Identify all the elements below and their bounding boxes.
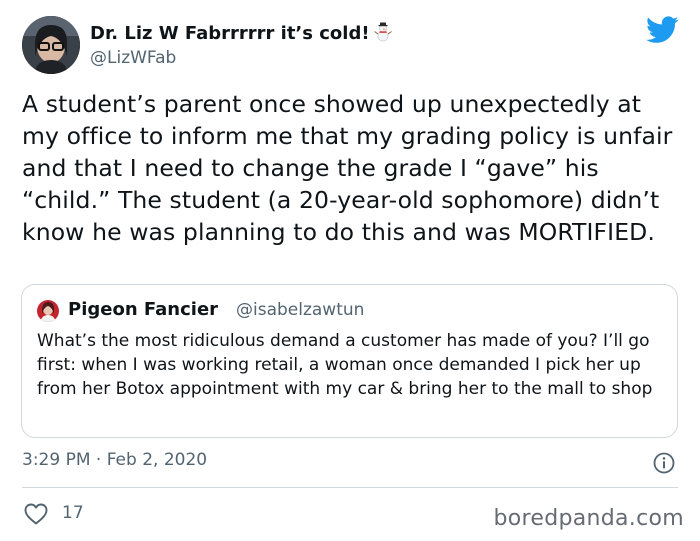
watermark: boredpanda.com xyxy=(493,506,684,531)
author-display-name-text: Dr. Liz W Fabrrrrrr it’s cold! xyxy=(90,23,370,44)
tweet-card: Dr. Liz W Fabrrrrrr it’s cold! @LizWFab … xyxy=(0,0,700,541)
quoted-tweet-text: What’s the most ridiculous demand a cust… xyxy=(37,331,653,399)
author-display-name[interactable]: Dr. Liz W Fabrrrrrr it’s cold! xyxy=(90,22,392,47)
quoted-author-handle[interactable]: @isabelzawtun xyxy=(236,300,364,320)
divider xyxy=(22,487,678,488)
like-count: 17 xyxy=(62,503,84,523)
author-avatar[interactable] xyxy=(22,16,80,74)
twitter-bird-icon[interactable] xyxy=(646,16,679,44)
info-icon[interactable] xyxy=(652,451,676,475)
snowman-icon xyxy=(373,22,392,47)
tweet-timestamp[interactable]: 3:29 PM · Feb 2, 2020 xyxy=(22,450,207,470)
tweet-text: A student’s parent once showed up unexpe… xyxy=(22,90,673,246)
quoted-author-name[interactable]: Pigeon Fancier xyxy=(68,299,218,320)
quoted-author-avatar[interactable] xyxy=(37,300,59,322)
author-handle[interactable]: @LizWFab xyxy=(90,48,176,68)
quoted-tweet[interactable]: Pigeon Fancier @isabelzawtun What’s the … xyxy=(21,284,678,438)
heart-icon[interactable] xyxy=(24,503,48,525)
